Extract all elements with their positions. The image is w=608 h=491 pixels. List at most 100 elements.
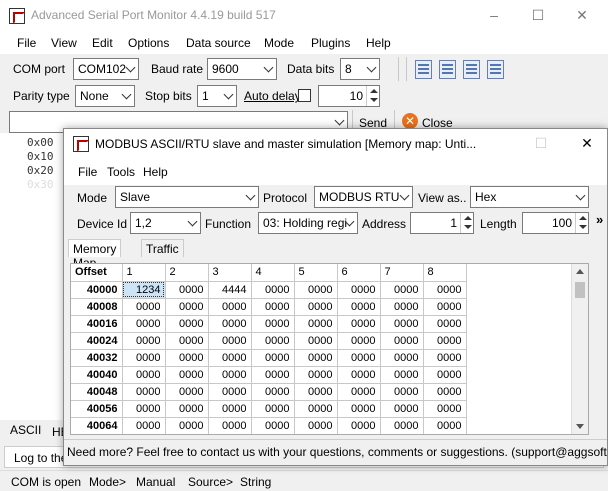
register-cell[interactable]: 0000 (337, 332, 381, 350)
view-as-select[interactable]: Hex (470, 186, 589, 208)
register-cell[interactable]: 0000 (337, 281, 381, 299)
register-cell[interactable]: 0000 (294, 417, 338, 434)
scroll-thumb[interactable] (575, 282, 585, 298)
modbus-menu-help[interactable]: Help (143, 165, 168, 179)
register-cell[interactable]: 0000 (380, 400, 424, 418)
spinner-buttons[interactable] (460, 213, 473, 233)
register-cell[interactable]: 0000 (380, 417, 424, 434)
register-cell[interactable]: 0000 (122, 417, 166, 434)
register-cell[interactable]: 0000 (208, 349, 252, 367)
register-cell[interactable]: 0000 (380, 366, 424, 384)
auto-delay-spinner[interactable]: 10 (318, 85, 380, 107)
menu-view[interactable]: View (51, 36, 77, 50)
register-cell[interactable]: 0000 (165, 281, 209, 299)
modbus-menu-tools[interactable]: Tools (107, 165, 135, 179)
close-window-button[interactable]: ✕ (567, 4, 597, 26)
register-cell[interactable]: 0000 (380, 332, 424, 350)
register-cell[interactable]: 0000 (165, 366, 209, 384)
register-cell[interactable]: 0000 (423, 332, 467, 350)
register-cell[interactable]: 0000 (337, 400, 381, 418)
register-cell[interactable]: 0000 (337, 383, 381, 401)
register-cell[interactable]: 0000 (423, 349, 467, 367)
register-cell[interactable]: 0000 (208, 417, 252, 434)
memory-map-grid[interactable]: Offset 1 2 3 4 5 6 7 8 40000 1234 0000 4444… (70, 263, 589, 435)
register-cell[interactable]: 0000 (337, 298, 381, 316)
register-cell[interactable]: 0000 (122, 366, 166, 384)
register-cell[interactable]: 0000 (380, 281, 424, 299)
register-cell[interactable]: 0000 (423, 383, 467, 401)
register-cell[interactable]: 0000 (251, 315, 295, 333)
register-cell[interactable]: 0000 (165, 298, 209, 316)
register-cell[interactable]: 0000 (294, 281, 338, 299)
register-cell[interactable]: 0000 (423, 417, 467, 434)
maximize-button[interactable]: ☐ (523, 4, 553, 26)
register-cell[interactable]: 0000 (165, 417, 209, 434)
scroll-down-icon[interactable] (576, 424, 584, 429)
register-cell[interactable]: 0000 (122, 332, 166, 350)
register-cell[interactable]: 0000 (208, 366, 252, 384)
register-cell[interactable]: 0000 (423, 366, 467, 384)
more-toolbar-chevron-icon[interactable]: » (596, 212, 603, 227)
device-id-select[interactable]: 1,2 (130, 212, 201, 234)
register-cell[interactable]: 0000 (380, 298, 424, 316)
register-cell[interactable]: 0000 (294, 349, 338, 367)
register-cell[interactable]: 0000 (294, 298, 338, 316)
register-cell[interactable]: 0000 (165, 400, 209, 418)
register-cell[interactable]: 0000 (251, 366, 295, 384)
register-cell[interactable]: 0000 (423, 298, 467, 316)
menu-plugins[interactable]: Plugins (311, 36, 350, 50)
register-cell[interactable]: 0000 (208, 315, 252, 333)
register-cell[interactable]: 0000 (208, 298, 252, 316)
register-cell[interactable]: 0000 (165, 332, 209, 350)
modbus-menu-file[interactable]: File (78, 165, 97, 179)
edit-icon[interactable] (463, 60, 480, 79)
register-cell[interactable]: 0000 (251, 332, 295, 350)
register-cell[interactable]: 0000 (294, 366, 338, 384)
register-cell[interactable]: 0000 (251, 400, 295, 418)
register-cell[interactable]: 0000 (122, 298, 166, 316)
register-cell[interactable]: 0000 (337, 349, 381, 367)
register-cell[interactable]: 0000 (337, 366, 381, 384)
stop-bits-select[interactable]: 1 (197, 85, 237, 107)
register-cell[interactable]: 0000 (208, 332, 252, 350)
tab-memory-map[interactable]: Memory Map (68, 239, 122, 270)
register-cell[interactable]: 0000 (294, 315, 338, 333)
register-cell[interactable]: 0000 (122, 383, 166, 401)
menu-options[interactable]: Options (128, 36, 169, 50)
menu-help[interactable]: Help (366, 36, 391, 50)
register-cell[interactable]: 0000 (423, 315, 467, 333)
list-icon[interactable] (487, 60, 504, 79)
length-spinner[interactable]: 100 (522, 212, 589, 234)
minimize-button[interactable]: – (479, 4, 509, 26)
tab-ascii[interactable]: ASCII (10, 423, 41, 437)
log-to-file-label[interactable]: Log to the (14, 451, 67, 465)
menu-data-source[interactable]: Data source (186, 36, 251, 50)
menu-edit[interactable]: Edit (92, 36, 113, 50)
register-cell[interactable]: 0000 (294, 400, 338, 418)
address-spinner[interactable]: 1 (410, 212, 474, 234)
menu-mode[interactable]: Mode (264, 36, 294, 50)
mode-select[interactable]: Slave (115, 186, 259, 208)
send-file-icon[interactable] (415, 60, 432, 79)
register-cell[interactable]: 0000 (165, 383, 209, 401)
modbus-maximize-button[interactable]: ☐ (526, 132, 556, 154)
register-cell[interactable]: 0000 (380, 315, 424, 333)
register-cell[interactable]: 0000 (251, 298, 295, 316)
register-cell[interactable]: 0000 (208, 383, 252, 401)
register-cell[interactable]: 0000 (380, 383, 424, 401)
register-cell[interactable]: 0000 (337, 417, 381, 434)
register-cell[interactable]: 1234 (122, 281, 166, 299)
register-cell[interactable]: 0000 (380, 349, 424, 367)
register-cell[interactable]: 0000 (423, 400, 467, 418)
register-cell[interactable]: 0000 (165, 349, 209, 367)
tab-traffic[interactable]: Traffic (141, 239, 184, 257)
register-cell[interactable]: 0000 (294, 332, 338, 350)
register-cell[interactable]: 0000 (423, 281, 467, 299)
register-cell[interactable]: 0000 (122, 349, 166, 367)
modbus-close-button[interactable]: ✕ (572, 132, 602, 154)
register-cell[interactable]: 4444 (208, 281, 252, 299)
auto-delay-checkbox[interactable] (298, 89, 311, 102)
spinner-buttons[interactable] (575, 213, 588, 233)
parity-select[interactable]: None (75, 85, 135, 107)
com-port-select[interactable]: COM102 (73, 58, 139, 80)
